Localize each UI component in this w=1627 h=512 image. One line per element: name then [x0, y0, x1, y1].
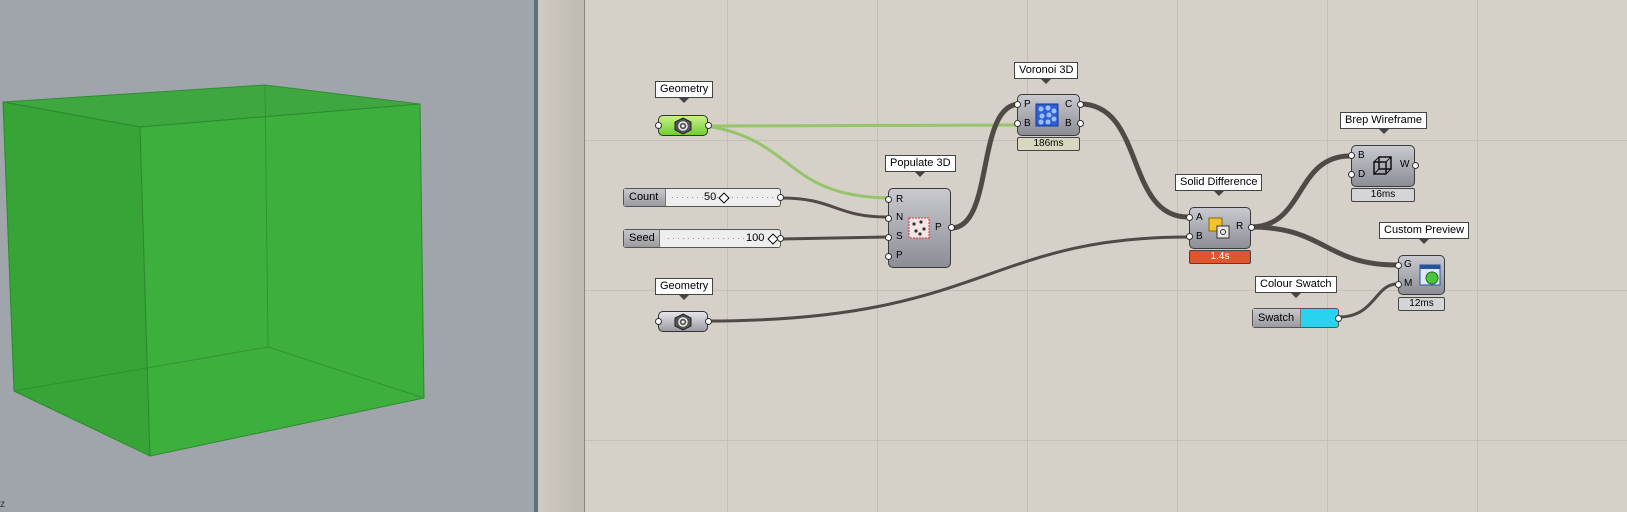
output-grip[interactable]: [1335, 315, 1342, 322]
grip-r[interactable]: [885, 196, 892, 203]
slider-value: 100: [746, 232, 765, 244]
populate-3d-component[interactable]: R N S P P: [885, 188, 955, 268]
label-colour-swatch: Colour Swatch: [1255, 276, 1337, 298]
input-n: N: [896, 212, 904, 223]
grip-d[interactable]: [1348, 171, 1355, 178]
output-w: W: [1400, 159, 1410, 170]
output-p: P: [935, 222, 942, 233]
grip-out-p[interactable]: [948, 224, 955, 231]
grip-out-c[interactable]: [1077, 101, 1084, 108]
brep-wireframe-timer: 16ms: [1351, 188, 1415, 202]
label-custom-preview: Custom Preview: [1379, 222, 1470, 244]
grip-p[interactable]: [1014, 101, 1021, 108]
grip-s[interactable]: [885, 234, 892, 241]
output-c: C: [1065, 99, 1073, 110]
viewport-corner-mark: z: [0, 499, 5, 510]
wire-seed-populate: [780, 235, 888, 241]
input-s: S: [896, 231, 903, 242]
voronoi-icon: [1035, 103, 1059, 127]
voronoi-3d-component[interactable]: P B C B: [1014, 94, 1084, 136]
input-grip[interactable]: [655, 318, 662, 325]
grip-n[interactable]: [885, 215, 892, 222]
slider-name: Count: [624, 189, 666, 206]
grip-a[interactable]: [1186, 214, 1193, 221]
output-b: B: [1065, 118, 1072, 129]
output-grip[interactable]: [777, 194, 784, 201]
seed-slider[interactable]: Seed 100: [623, 229, 784, 248]
grasshopper-canvas[interactable]: Geometry Geometry Count 50 Seed 100 Popu…: [585, 0, 1627, 512]
grip-m[interactable]: [1395, 281, 1402, 288]
populate-icon: [908, 217, 930, 239]
preview-sphere-icon: [1419, 264, 1441, 286]
grip-out-w[interactable]: [1412, 162, 1419, 169]
label-brep-wireframe: Brep Wireframe: [1340, 112, 1428, 134]
solid-difference-icon: [1208, 217, 1230, 239]
colour-swatch[interactable]: Swatch: [1252, 308, 1342, 328]
input-b: B: [1358, 150, 1365, 161]
grip-b[interactable]: [1014, 120, 1021, 127]
geometry-icon: [674, 117, 692, 135]
wire-solid-preview: [1250, 224, 1398, 268]
swatch-color-field[interactable]: [1301, 309, 1336, 327]
custom-preview-timer: 12ms: [1398, 297, 1445, 311]
label-geometry-1: Geometry: [655, 81, 714, 103]
geometry-param-1[interactable]: [655, 115, 712, 136]
custom-preview-component[interactable]: G M: [1395, 255, 1445, 295]
grip-g[interactable]: [1395, 262, 1402, 269]
output-r: R: [1236, 221, 1244, 232]
label-voronoi-3d: Voronoi 3D: [1014, 62, 1079, 84]
input-r: R: [896, 194, 904, 205]
solid-difference-timer: 1.4s: [1189, 250, 1251, 264]
input-p: P: [896, 250, 903, 261]
solid-difference-component[interactable]: A B R: [1186, 207, 1255, 249]
wire-solid-wireframe: [1250, 153, 1351, 230]
grip-out-b[interactable]: [1077, 120, 1084, 127]
count-slider[interactable]: Count 50: [623, 188, 784, 207]
output-grip[interactable]: [777, 235, 784, 242]
label-geometry-2: Geometry: [655, 278, 714, 300]
wire-swatch-preview: [1338, 282, 1398, 319]
slider-value: 50: [704, 191, 717, 203]
geometry-param-2[interactable]: [655, 311, 712, 332]
wire-voronoi-solid: [1079, 101, 1189, 220]
input-b: B: [1196, 231, 1203, 242]
geometry-icon: [674, 313, 692, 331]
voronoi-timer: 186ms: [1017, 137, 1080, 151]
wire-geometry-voronoi: [706, 123, 1033, 128]
wires: [706, 101, 1398, 323]
canvas-margin: [538, 0, 585, 512]
3d-viewport[interactable]: z: [0, 0, 534, 512]
label-populate-3d: Populate 3D: [885, 155, 956, 177]
swatch-name: Swatch: [1253, 309, 1301, 327]
grip-b[interactable]: [1186, 233, 1193, 240]
input-d: D: [1358, 169, 1366, 180]
input-m: M: [1404, 278, 1413, 289]
cube-preview: [2, 84, 425, 457]
label-solid-difference: Solid Difference: [1175, 174, 1263, 196]
input-grip[interactable]: [655, 122, 662, 129]
input-p: P: [1024, 99, 1031, 110]
wireframe-cube-icon: [1373, 156, 1392, 175]
wire-populate-voronoi: [950, 101, 1021, 231]
wire-count-populate: [780, 196, 888, 219]
input-b: B: [1024, 118, 1031, 129]
slider-name: Seed: [624, 230, 660, 247]
input-g: G: [1404, 259, 1412, 270]
brep-wireframe-component[interactable]: B D W: [1348, 145, 1419, 187]
output-grip[interactable]: [705, 122, 712, 129]
output-grip[interactable]: [705, 318, 712, 325]
slider-handle[interactable]: [718, 192, 730, 204]
grip-p[interactable]: [885, 253, 892, 260]
grip-b[interactable]: [1348, 152, 1355, 159]
grip-out-r[interactable]: [1248, 224, 1255, 231]
input-a: A: [1196, 212, 1203, 223]
